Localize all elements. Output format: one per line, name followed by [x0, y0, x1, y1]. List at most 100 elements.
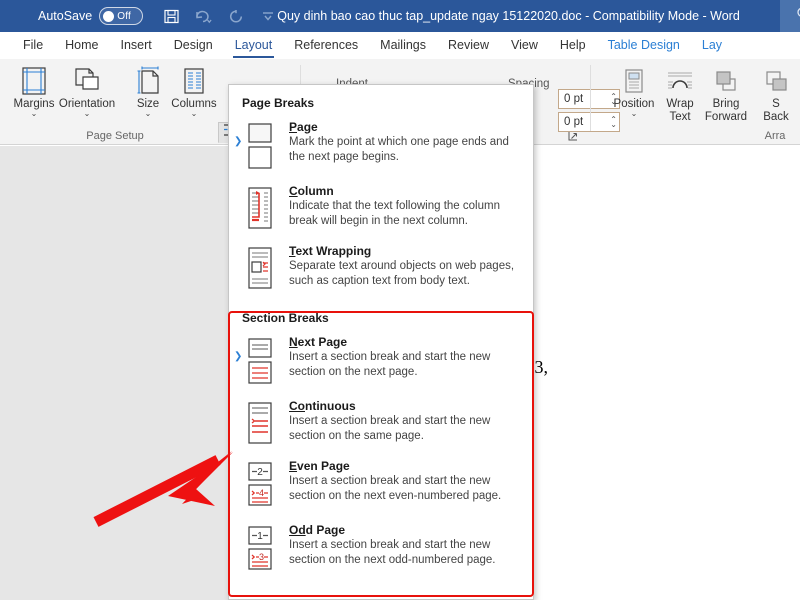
customize-quick-access-icon[interactable] [258, 7, 277, 26]
arrange-group-label: Arra [745, 130, 800, 142]
menu-item-text: Even Page Insert a section break and sta… [289, 459, 523, 513]
menu-item-text: Page Mark the point at which one page en… [289, 120, 523, 174]
size-icon [132, 63, 164, 97]
send-backward-sublabel: Back [763, 111, 789, 123]
autosave-state: Off [117, 11, 131, 22]
menu-item-description: Insert a section break and start the new… [289, 538, 523, 567]
menu-item-description: Insert a section break and start the new… [289, 350, 523, 379]
page-breaks-header: Page Breaks [229, 85, 533, 117]
tab-file[interactable]: File [12, 32, 54, 59]
bring-forward-label: Bring [713, 98, 740, 110]
orientation-icon [71, 63, 103, 97]
menu-item-next-page-break[interactable]: ❯ Next Page Insert a section break and s… [229, 332, 533, 396]
columns-button[interactable]: Columns ⌄ [166, 63, 222, 117]
even-page-break-icon: 24 [242, 459, 278, 513]
text-wrapping-break-icon [242, 244, 278, 294]
menu-item-title-rest: olumn [298, 184, 334, 198]
menu-item-title-accel: P [289, 120, 297, 134]
continuous-break-icon [242, 399, 278, 449]
save-icon[interactable] [162, 7, 181, 26]
autosave-knob [103, 11, 114, 22]
menu-item-even-page-break[interactable]: 24 Even Page Insert a section break and … [229, 456, 533, 520]
document-title: Quy dinh bao cao thuc tap_update ngay 15… [277, 9, 780, 23]
menu-item-text: Continuous Insert a section break and st… [289, 399, 523, 449]
menu-item-text: Next Page Insert a section break and sta… [289, 335, 523, 389]
send-backward-button[interactable]: S Back [748, 63, 800, 123]
section-breaks-header: Section Breaks [229, 301, 533, 332]
quick-access-toolbar [162, 7, 277, 26]
menu-item-title: Text Wrapping [289, 244, 523, 258]
tab-home[interactable]: Home [54, 32, 109, 59]
menu-item-title-accel: Co [289, 399, 305, 413]
menu-item-description: Separate text around objects on web page… [289, 259, 523, 288]
menu-item-title-rest: d Page [306, 523, 345, 537]
tab-layout[interactable]: Layout [224, 32, 284, 59]
tab-insert[interactable]: Insert [110, 32, 163, 59]
menu-item-description: Mark the point at which one page ends an… [289, 135, 523, 164]
menu-item-title-accel: C [289, 184, 298, 198]
redo-icon[interactable] [226, 7, 245, 26]
page-break-icon: ❯ [242, 120, 278, 174]
menu-item-title: Page [289, 120, 523, 134]
tab-table-layout[interactable]: Lay [691, 32, 733, 59]
position-icon [619, 63, 649, 97]
tab-table-design[interactable]: Table Design [597, 32, 691, 59]
search-box[interactable]: Sear [780, 0, 800, 32]
title-bar: AutoSave Off Quy dinh bao cao thuc tap_u… [0, 0, 800, 32]
svg-text:2: 2 [257, 467, 263, 478]
chevron-down-icon[interactable]: ⌄ [31, 111, 38, 117]
group-divider [590, 65, 591, 131]
menu-item-text: Odd Page Insert a section break and star… [289, 523, 523, 577]
breaks-dropdown-menu: Page Breaks ❯ Page Mark the point at whi… [228, 84, 534, 600]
menu-item-text-wrapping-break[interactable]: Text Wrapping Separate text around objec… [229, 241, 533, 301]
wrap-text-icon [665, 63, 695, 97]
menu-item-title: Next Page [289, 335, 523, 349]
svg-text:1: 1 [257, 531, 263, 542]
undo-icon[interactable] [194, 7, 213, 26]
column-break-icon [242, 184, 278, 234]
bring-forward-button[interactable]: Bring Forward [698, 63, 754, 123]
chevron-down-icon[interactable]: ⌄ [631, 111, 638, 117]
spacing-after-value: 0 pt [564, 116, 583, 128]
bring-forward-icon [711, 63, 741, 97]
tab-design[interactable]: Design [163, 32, 224, 59]
bring-forward-sublabel: Forward [705, 111, 747, 123]
menu-item-odd-page-break[interactable]: 13 Odd Page Insert a section break and s… [229, 520, 533, 584]
autosave-toggle[interactable]: Off [99, 7, 143, 25]
menu-item-title-rest: ext Wrapping [295, 244, 371, 258]
menu-item-page-break[interactable]: ❯ Page Mark the point at which one page … [229, 117, 533, 181]
ribbon-group-arrange: Position ⌄ Wrap Text Bring Forward [590, 59, 800, 145]
tab-mailings[interactable]: Mailings [369, 32, 437, 59]
menu-item-description: Insert a section break and start the new… [289, 474, 523, 503]
menu-item-continuous-break[interactable]: Continuous Insert a section break and st… [229, 396, 533, 456]
search-icon [796, 6, 800, 26]
chevron-down-icon[interactable]: ⌄ [191, 111, 198, 117]
svg-text:3: 3 [259, 552, 264, 562]
selection-caret-icon: ❯ [234, 136, 242, 147]
send-backward-icon [761, 63, 791, 97]
tab-view[interactable]: View [500, 32, 549, 59]
margins-button[interactable]: Margins ⌄ [6, 63, 62, 117]
tab-review[interactable]: Review [437, 32, 500, 59]
menu-item-column-break[interactable]: Column Indicate that the text following … [229, 181, 533, 241]
odd-page-break-icon: 13 [242, 523, 278, 577]
chevron-down-icon[interactable]: ⌄ [145, 111, 152, 117]
margins-icon [18, 63, 50, 97]
chevron-down-icon[interactable]: ⌄ [84, 111, 91, 117]
autosave-control[interactable]: AutoSave Off [38, 7, 143, 25]
orientation-button[interactable]: Orientation ⌄ [59, 63, 115, 117]
tab-references[interactable]: References [283, 32, 369, 59]
paragraph-dialog-launcher-icon[interactable] [568, 131, 579, 145]
page-setup-group-label: Page Setup [60, 130, 170, 142]
selection-caret-icon: ❯ [234, 351, 242, 362]
menu-item-description: Indicate that the text following the col… [289, 199, 523, 228]
word-window: AutoSave Off Quy dinh bao cao thuc tap_u… [0, 0, 800, 600]
tab-help[interactable]: Help [549, 32, 597, 59]
menu-item-title-accel: N [289, 335, 298, 349]
autosave-label: AutoSave [38, 9, 92, 23]
menu-item-title-rest: ven Page [297, 459, 350, 473]
menu-item-title: Continuous [289, 399, 523, 413]
menu-item-title-rest: ntinuous [305, 399, 356, 413]
menu-item-title-rest: ext Page [298, 335, 347, 349]
wrap-text-sublabel: Text [669, 111, 690, 123]
